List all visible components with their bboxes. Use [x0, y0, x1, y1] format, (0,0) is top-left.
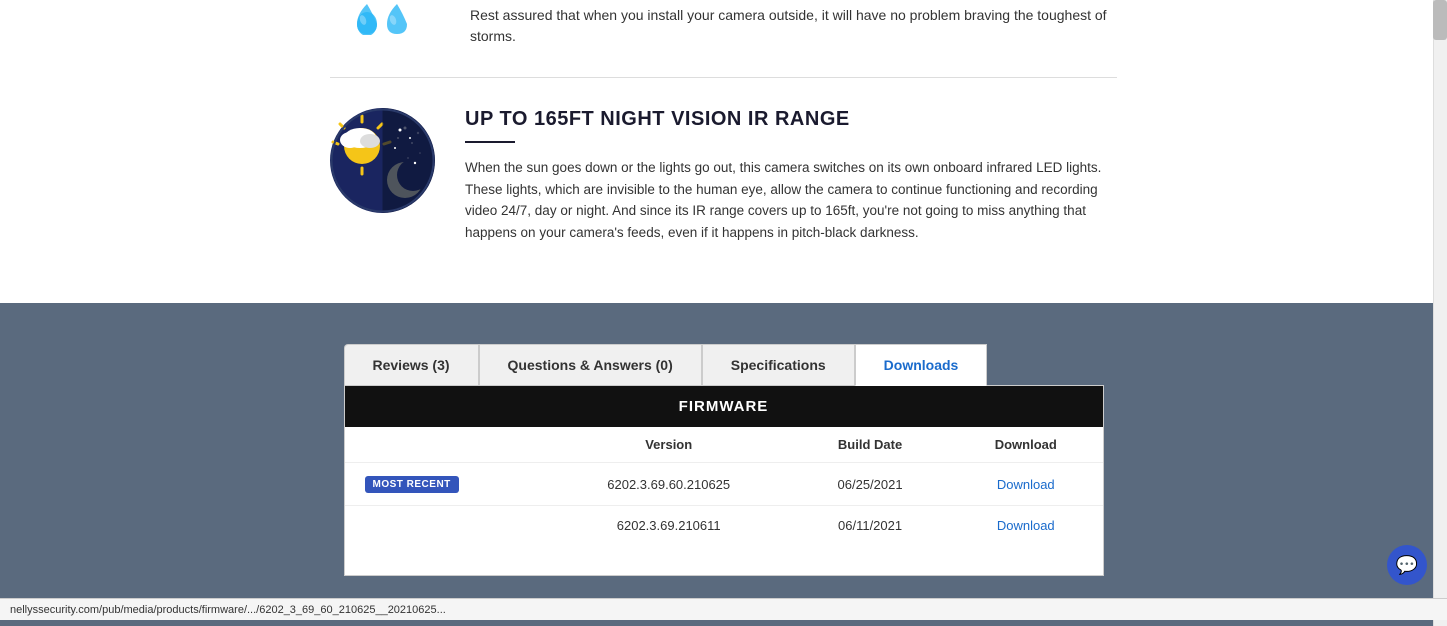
firmware-row-2-name [345, 506, 547, 546]
bottom-section: Reviews (3) Questions & Answers (0) Spec… [0, 303, 1447, 626]
firmware-table: Version Build Date Download MOST RECENT … [345, 427, 1103, 545]
tab-content-downloads: FIRMWARE Version Build Date Download MOS… [344, 385, 1104, 576]
download-link-1[interactable]: Download [997, 477, 1055, 492]
firmware-row-1-download[interactable]: Download [949, 463, 1102, 506]
table-row: MOST RECENT 6202.3.69.60.210625 06/25/20… [345, 463, 1103, 506]
night-vision-content: UP TO 165FT NIGHT VISION IR RANGE When t… [465, 108, 1117, 243]
night-vision-image [330, 108, 435, 218]
table-row: 6202.3.69.210611 06/11/2021 Download [345, 506, 1103, 546]
chat-icon: 💬 [1396, 555, 1418, 576]
firmware-row-1-version: 6202.3.69.60.210625 [546, 463, 791, 506]
col-download: Download [949, 427, 1102, 463]
status-bar-url: nellyssecurity.com/pub/media/products/fi… [10, 604, 446, 616]
water-drops-icon [340, 0, 430, 35]
most-recent-badge: MOST RECENT [365, 476, 459, 493]
firmware-row-2-download[interactable]: Download [949, 506, 1102, 546]
scrollbar[interactable] [1433, 0, 1447, 626]
firmware-table-header-row: Version Build Date Download [345, 427, 1103, 463]
col-build-date: Build Date [791, 427, 949, 463]
col-name [345, 427, 547, 463]
tabs-row: Reviews (3) Questions & Answers (0) Spec… [344, 343, 1104, 385]
tabs-container: Reviews (3) Questions & Answers (0) Spec… [344, 343, 1104, 576]
firmware-row-1-date: 06/25/2021 [791, 463, 949, 506]
firmware-header: FIRMWARE [345, 386, 1103, 427]
chat-bubble-button[interactable]: 💬 [1387, 545, 1427, 585]
tab-qa[interactable]: Questions & Answers (0) [479, 344, 702, 386]
scrollbar-thumb[interactable] [1433, 0, 1447, 40]
tab-downloads[interactable]: Downloads [855, 344, 988, 386]
tab-specifications[interactable]: Specifications [702, 344, 855, 386]
tab-reviews[interactable]: Reviews (3) [344, 344, 479, 386]
night-vision-title: UP TO 165FT NIGHT VISION IR RANGE [465, 108, 1117, 131]
section-divider [330, 77, 1117, 78]
weatherproof-description: Rest assured that when you install your … [470, 0, 1117, 47]
night-vision-description: When the sun goes down or the lights go … [465, 157, 1117, 243]
status-bar: nellyssecurity.com/pub/media/products/fi… [0, 598, 1447, 620]
title-underline [465, 141, 515, 143]
firmware-row-2-version: 6202.3.69.210611 [546, 506, 791, 546]
col-version: Version [546, 427, 791, 463]
firmware-row-2-date: 06/11/2021 [791, 506, 949, 546]
download-link-2[interactable]: Download [997, 518, 1055, 533]
firmware-row-1-name: MOST RECENT [345, 463, 547, 506]
